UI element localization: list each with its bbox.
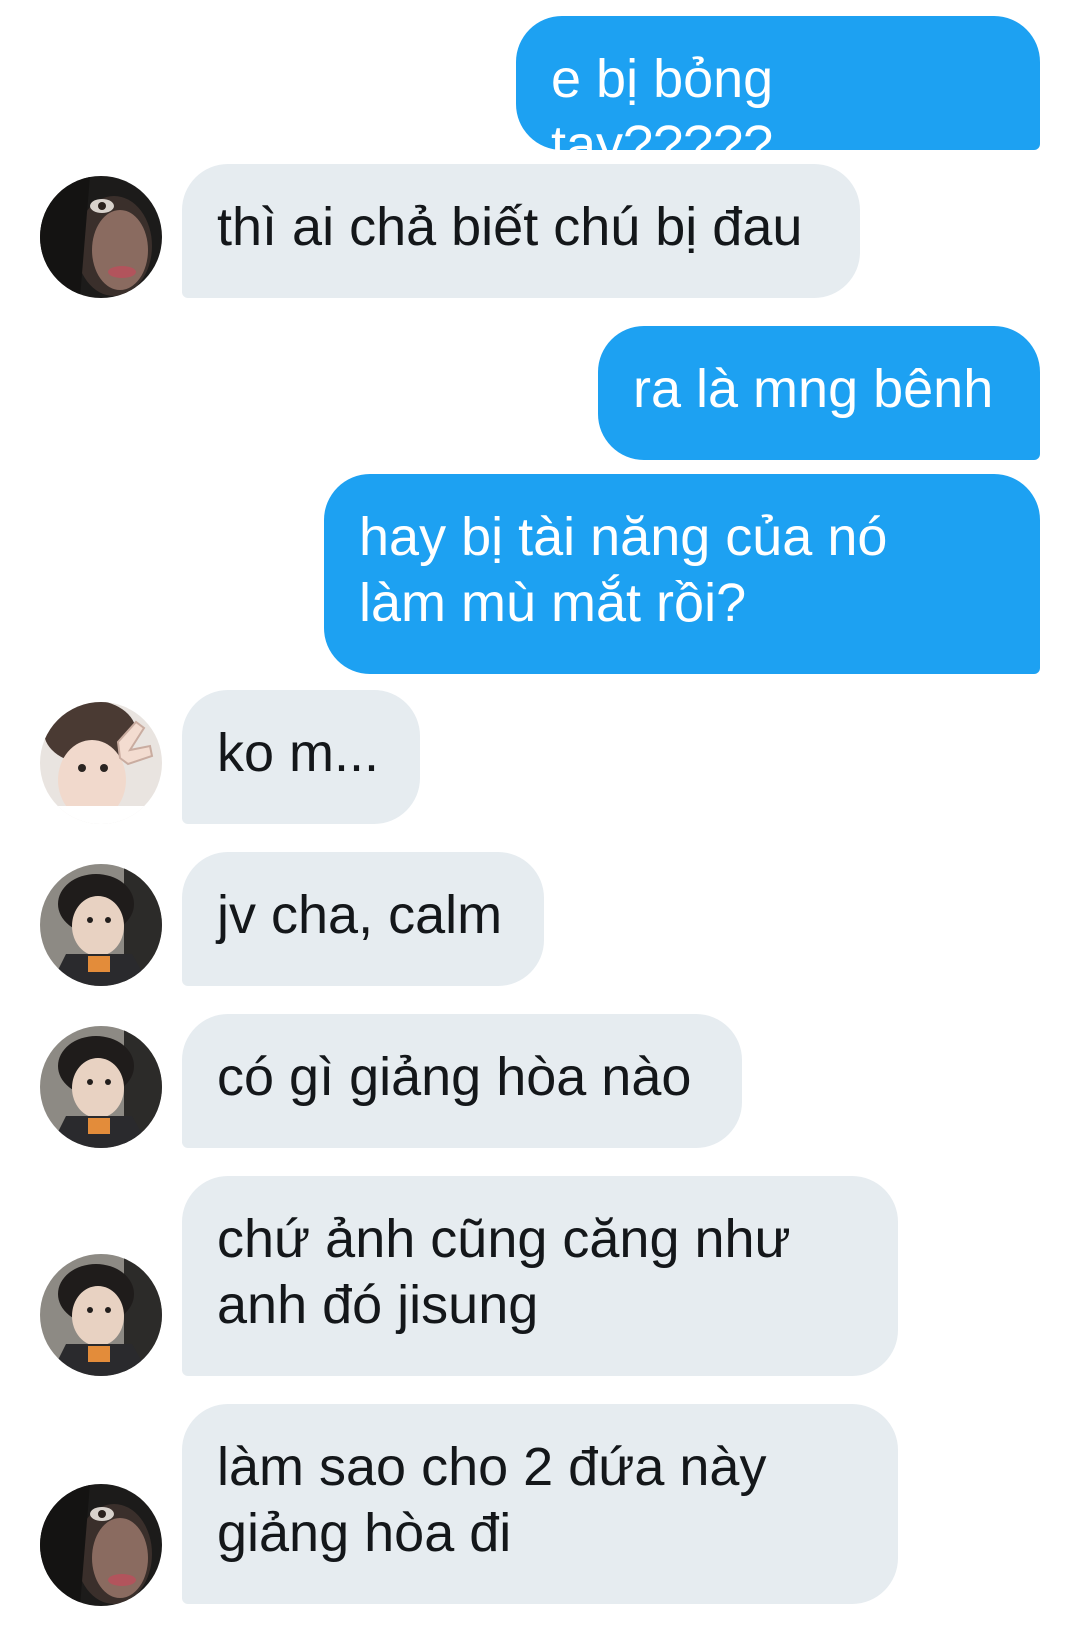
outgoing-message-bubble[interactable]: ra là mng bênh (598, 326, 1040, 460)
incoming-message-bubble[interactable]: jv cha, calm (182, 852, 544, 986)
incoming-message-bubble[interactable]: thì ai chả biết chú bị đau (182, 164, 860, 298)
peace-sign-avatar-icon[interactable] (40, 702, 162, 824)
chat-thread: e bị bỏng tay????? thì ai chả biết chú b… (0, 0, 1080, 1630)
dark-hair-avatar-icon[interactable] (40, 864, 162, 986)
dark-hood-avatar-icon[interactable] (40, 1484, 162, 1606)
incoming-message-bubble[interactable]: chứ ảnh cũng căng như anh đó jisung (182, 1176, 898, 1376)
dark-hood-avatar-icon[interactable] (40, 176, 162, 298)
outgoing-message-bubble[interactable]: hay bị tài năng của nó làm mù mắt rồi? (324, 474, 1040, 674)
incoming-message-bubble[interactable]: có gì giảng hòa nào (182, 1014, 742, 1148)
outgoing-message-bubble[interactable]: e bị bỏng tay????? (516, 16, 1040, 175)
incoming-message-bubble[interactable]: làm sao cho 2 đứa này giảng hòa đi (182, 1404, 898, 1604)
dark-hair-avatar-icon[interactable] (40, 1254, 162, 1376)
dark-hair-avatar-icon[interactable] (40, 1026, 162, 1148)
incoming-message-bubble[interactable]: ko m... (182, 690, 420, 824)
